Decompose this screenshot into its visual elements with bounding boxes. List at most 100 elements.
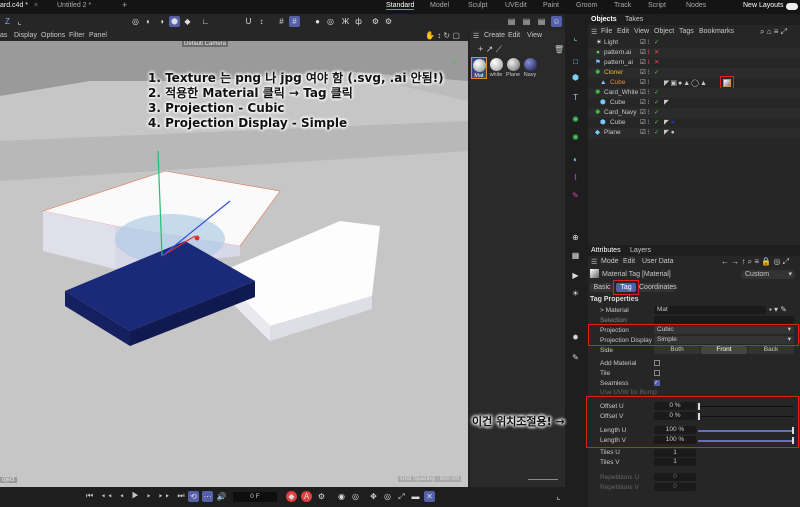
grid-icon[interactable]: #	[276, 16, 287, 27]
light-icon[interactable]: ☀	[570, 288, 581, 299]
material-link-field[interactable]: Mat	[654, 306, 766, 314]
cube-outline-icon[interactable]: □	[570, 56, 581, 67]
enabled-check[interactable]: ✓	[654, 118, 659, 128]
tab-objects[interactable]: Objects	[591, 16, 617, 23]
enabled-check[interactable]: ✓	[654, 88, 659, 98]
side-front[interactable]: Front	[701, 346, 747, 354]
layout-script[interactable]: Script	[648, 2, 666, 9]
user-icon[interactable]: ☺	[551, 16, 562, 27]
viewport[interactable]: Y Default Camera 1. Texture 는 png 나 jpg …	[0, 41, 468, 487]
sound-icon[interactable]: 🔊	[216, 491, 227, 502]
menu-edit[interactable]: Edit	[508, 32, 520, 39]
snap-icon[interactable]: ∟	[200, 16, 211, 27]
motion-icon[interactable]: ◎	[350, 491, 361, 502]
deformer-icon[interactable]: ◐	[570, 154, 581, 165]
target-icon[interactable]: ◎	[325, 16, 336, 27]
trash-icon[interactable]: 🗑	[554, 45, 564, 54]
preset-dropdown[interactable]: Custom ▾	[741, 270, 795, 279]
keyframe-icon[interactable]: ⚙	[316, 491, 327, 502]
menu-panel[interactable]: Panel	[89, 32, 107, 39]
cloner-icon[interactable]: ✺	[570, 114, 581, 125]
menu-edit[interactable]: Edit	[623, 258, 635, 265]
object-row-plane[interactable]: ◆ Plane ☑ ⁝ ✓ ◤ ●	[588, 128, 800, 138]
nav-icons[interactable]: ← → ↑ ⌕ ≡ 🔒 ◎ ⤢	[721, 257, 789, 267]
tiles-v-field[interactable]: 1	[654, 458, 696, 466]
disabled-cross[interactable]: ✕	[654, 58, 659, 68]
menu-view[interactable]: View	[634, 28, 649, 35]
axis-z-icon[interactable]: Z	[2, 16, 13, 27]
render-settings-icon[interactable]: ⚙	[383, 16, 394, 27]
loop-icon[interactable]: ⟲	[188, 491, 199, 502]
material-navy[interactable]: Navy	[522, 57, 538, 79]
tab-takes[interactable]: Takes	[625, 16, 643, 23]
menu-file[interactable]: File	[601, 28, 612, 35]
enabled-check[interactable]: ✓	[654, 128, 659, 138]
tag-icons[interactable]: ◤ ●	[664, 118, 675, 128]
layout-uvedit[interactable]: UVEdit	[505, 2, 527, 9]
symmetry-icon[interactable]: Ж	[340, 16, 351, 27]
viewport-nav-icons[interactable]: ✋ ↕ ↻ ▢	[425, 31, 460, 40]
menu-create[interactable]: Create	[484, 32, 505, 39]
menu-object[interactable]: Object	[654, 28, 674, 35]
tweak-icon[interactable]: ф	[353, 16, 364, 27]
effector-icon[interactable]: ✺	[570, 132, 581, 143]
object-row-cube-navy[interactable]: ⬢ Cube ☑ ⁝ ✓ ◤ ●	[588, 118, 800, 128]
tab-file-1[interactable]: ard.c4d *	[0, 2, 28, 9]
disabled-cross[interactable]: ✕	[654, 48, 659, 58]
autokey-icon[interactable]: A	[301, 491, 312, 502]
motion-icon[interactable]: ◉	[336, 491, 347, 502]
enabled-check[interactable]: ✓	[654, 38, 659, 48]
bend-icon[interactable]: ⌇	[570, 172, 581, 183]
scale-key-icon[interactable]: ⤢	[396, 491, 407, 502]
globe-icon[interactable]: ⊕	[570, 232, 581, 243]
render-region-icon[interactable]: ▤	[521, 16, 532, 27]
menu-filter[interactable]: Filter	[69, 32, 85, 39]
tab-layers[interactable]: Layers	[630, 247, 651, 254]
menu-user-data[interactable]: User Data	[642, 258, 674, 265]
record-icon[interactable]: ●	[312, 16, 323, 27]
add-material-checkbox[interactable]	[654, 360, 660, 366]
side-back[interactable]: Back	[748, 346, 794, 354]
material-mat[interactable]: Mat	[471, 57, 487, 79]
add-icon[interactable]: + ↗ ⟋	[478, 44, 502, 55]
layout-nodes[interactable]: Nodes	[686, 2, 706, 9]
phong-tag-icon[interactable]: ◤	[664, 98, 669, 108]
move-icon[interactable]: ↕	[256, 16, 267, 27]
tab-file-2[interactable]: Untitled 2 *	[57, 2, 91, 9]
tile-checkbox[interactable]	[654, 370, 660, 376]
grid-snap-icon[interactable]: #	[289, 16, 300, 27]
enabled-check[interactable]: ✓	[654, 108, 659, 118]
move-key-icon[interactable]: ✥	[368, 491, 379, 502]
text-icon[interactable]: T	[570, 92, 581, 103]
layout-groom[interactable]: Groom	[576, 2, 597, 9]
object-row-cube-cloner[interactable]: ▲ Cube ☑ ⁝ ◤▣●▲◯▲	[588, 76, 800, 90]
object-row-cloner[interactable]: ✺ Cloner ☑ ⁝ ✓	[588, 68, 800, 78]
material-white[interactable]: white	[488, 57, 504, 79]
coordinate-icon[interactable]: ⌞	[14, 16, 25, 27]
mode-icon[interactable]: ◐	[143, 16, 154, 27]
tab-coordinates[interactable]: Coordinates	[639, 283, 677, 292]
layout-toggle[interactable]	[786, 3, 798, 10]
object-row-cube-white[interactable]: ⬢ Cube ☑ ⁝ ✓ ◤	[588, 98, 800, 108]
param-key-icon[interactable]: ▬	[410, 491, 421, 502]
playback-controls[interactable]: ⏮ ◂◂ ◂ ▶ ▸ ▸▸ ⏭	[86, 491, 188, 501]
selection-field[interactable]	[654, 316, 794, 324]
record-keys-icon[interactable]: ◆	[286, 491, 297, 502]
cube-icon[interactable]: ⬢	[570, 72, 581, 83]
tiles-u-field[interactable]: 1	[654, 449, 696, 457]
render-view-icon[interactable]: ▤	[506, 16, 517, 27]
tab-attributes[interactable]: Attributes	[591, 247, 621, 254]
menu-item[interactable]: as	[0, 32, 7, 39]
new-layouts-button[interactable]: New Layouts	[743, 2, 783, 9]
edit-icon[interactable]: ✎	[570, 352, 581, 363]
light-icon[interactable]: ✹	[570, 332, 581, 343]
object-row-card-white[interactable]: ✺ Card_White ☑ ⁝ ✓	[588, 88, 800, 98]
mode-icon[interactable]: ◆	[182, 16, 193, 27]
range-icon[interactable]: ⋯	[202, 491, 213, 502]
tag-icons[interactable]: ◤ ●	[664, 128, 675, 138]
mode-icon[interactable]: ◑	[156, 16, 167, 27]
enabled-check[interactable]: ✓	[654, 68, 659, 78]
add-tab-button[interactable]: +	[122, 0, 127, 10]
side-both[interactable]: Both	[654, 346, 700, 354]
material-plane[interactable]: Plane	[505, 57, 521, 79]
